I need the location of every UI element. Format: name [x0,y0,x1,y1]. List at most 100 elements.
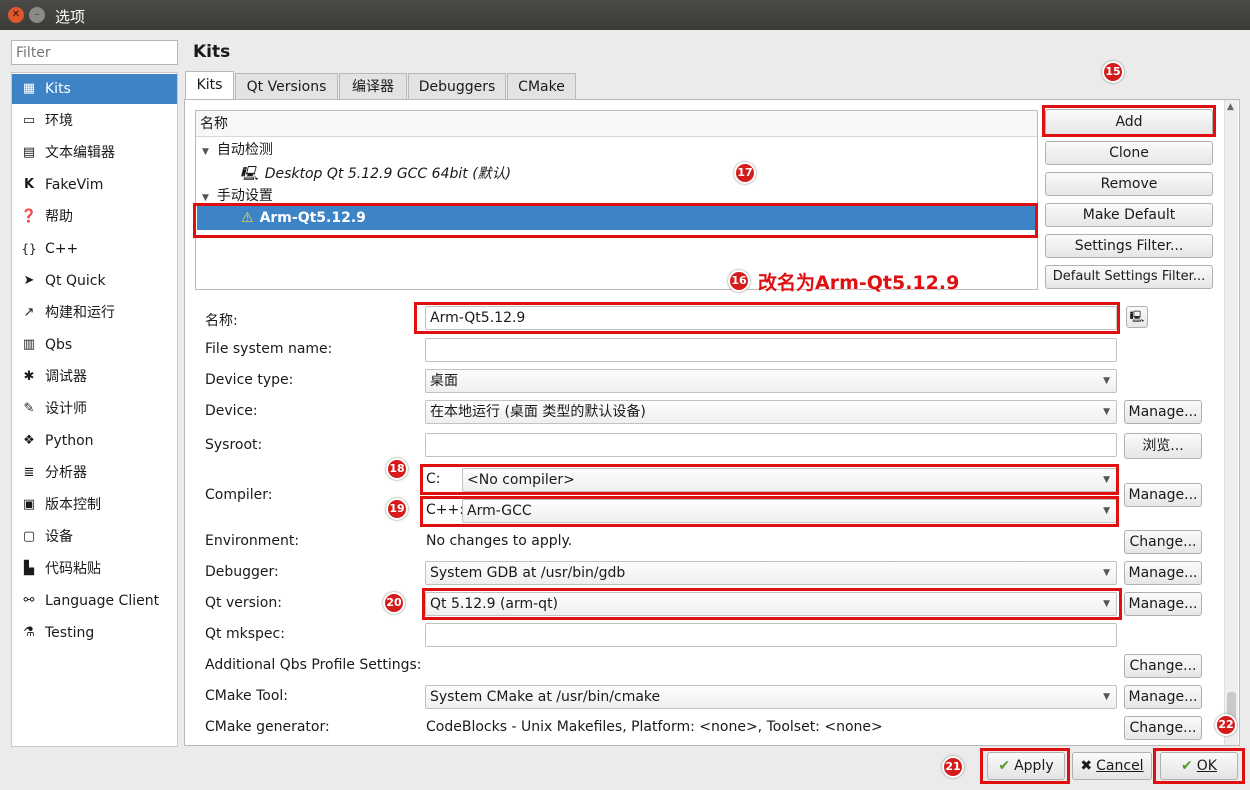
kit-icon-button[interactable]: 🖳 [1126,306,1148,328]
collapse-arrow-icon[interactable]: ▼ [202,147,209,157]
compiler-manage-button[interactable]: Manage... [1124,483,1202,507]
kits-tree: 名称 ▼ 自动检测 🖳 Desktop Qt 5.12.9 GCC 64bit (默… [195,110,1038,290]
tab-kits[interactable]: Kits [185,71,234,101]
qtquick-icon: ➤ [23,273,35,288]
cmake-tool-manage-button[interactable]: Manage... [1124,685,1202,709]
tree-item-arm-kit[interactable]: ⚠ Arm-Qt5.12.9 [197,206,1036,230]
cancel-button[interactable]: ✖ Cancel [1072,752,1152,780]
tab-qt-versions[interactable]: Qt Versions [235,73,338,100]
sidebar-item-debugger[interactable]: ✱ 调试器 [12,362,177,392]
hammer-icon: ↗ [23,305,35,320]
step-badge-21: 21 [942,756,964,778]
monitor-icon: ▭ [22,113,36,128]
step-badge-22: 22 [1215,714,1237,736]
sidebar-item-fakevim[interactable]: K FakeVim [12,170,177,200]
tab-debuggers[interactable]: Debuggers [408,73,506,100]
sidebar-item-version-control[interactable]: ▣ 版本控制 [12,490,177,520]
dropdown-arrow-icon: ▼ [1103,407,1110,417]
close-window-icon[interactable]: ✕ [8,7,24,23]
sidebar-item-designer[interactable]: ✎ 设计师 [12,394,177,424]
sidebar-item-testing[interactable]: ⚗ Testing [12,618,177,648]
dropdown-arrow-icon: ▼ [1103,692,1110,702]
tree-group-auto[interactable]: ▼ 自动检测 [202,138,273,162]
language-client-icon: ⚯ [23,593,35,608]
qt-mkspec-input[interactable] [425,623,1117,647]
sidebar-item-code-pasting[interactable]: ▙ 代码粘贴 [12,554,177,584]
pen-icon: ✎ [23,401,35,416]
sidebar-item-environment[interactable]: ▭ 环境 [12,106,177,136]
cmake-tool-label: CMake Tool: [205,688,289,704]
panel-scrollbar[interactable]: ▲ [1224,100,1238,745]
tree-item-desktop-kit[interactable]: 🖳 Desktop Qt 5.12.9 GCC 64bit (默认) [240,162,511,186]
sidebar-item-build-run[interactable]: ↗ 构建和运行 [12,298,177,328]
sidebar-item-help[interactable]: ❓ 帮助 [12,202,177,232]
sidebar-item-text-editor[interactable]: ▤ 文本编辑器 [12,138,177,168]
kit-name-input[interactable]: Arm-Qt5.12.9 [425,306,1117,330]
sidebar-item-analyzer[interactable]: ≣ 分析器 [12,458,177,488]
tab-compilers[interactable]: 编译器 [339,73,407,100]
cpp-compiler-label: C++: [426,502,464,518]
remove-kit-button[interactable]: Remove [1045,172,1213,196]
default-settings-filter-button[interactable]: Default Settings Filter... [1045,265,1213,289]
sidebar-item-language-client[interactable]: ⚯ Language Client [12,586,177,616]
fs-name-label: File system name: [205,341,333,357]
compiler-label: Compiler: [205,487,273,503]
apply-button[interactable]: ✔ Apply [987,752,1065,780]
sysroot-browse-button[interactable]: 浏览... [1124,433,1202,459]
step-badge-18: 18 [386,458,408,480]
device-type-select[interactable]: 桌面 ▼ [425,369,1117,393]
debugger-select[interactable]: System GDB at /usr/bin/gdb ▼ [425,561,1117,585]
category-sidebar: ▦ Kits ▭ 环境 ▤ 文本编辑器 K FakeVim ❓ 帮助 {} C++ ➤ Qt … [11,72,178,747]
braces-icon: {} [21,242,37,256]
sidebar-item-qtquick[interactable]: ➤ Qt Quick [12,266,177,296]
tab-cmake[interactable]: CMake [507,73,576,100]
fs-name-input[interactable] [425,338,1117,362]
sysroot-input[interactable] [425,433,1117,457]
debugger-label: Debugger: [205,564,279,580]
device-manage-button[interactable]: Manage... [1124,400,1202,424]
environment-change-button[interactable]: Change... [1124,530,1202,554]
c-compiler-select[interactable]: <No compiler> ▼ [462,468,1117,492]
qt-mkspec-label: Qt mkspec: [205,626,285,642]
sidebar-item-cpp[interactable]: {} C++ [12,234,177,264]
dropdown-arrow-icon: ▼ [1103,475,1110,485]
sidebar-item-kits[interactable]: ▦ Kits [12,74,177,104]
scroll-up-icon[interactable]: ▲ [1227,102,1234,112]
step-badge-19: 19 [386,498,408,520]
qbs-profile-label: Additional Qbs Profile Settings: [205,657,422,673]
checkmark-icon: ✔ [998,758,1011,774]
qbs-profile-change-button[interactable]: Change... [1124,654,1202,678]
add-kit-button[interactable]: Add [1045,109,1213,136]
title-bar: ✕ – 选项 [0,0,1250,30]
device-type-label: Device type: [205,372,294,388]
filter-input[interactable] [11,40,178,65]
dropdown-arrow-icon: ▼ [1103,376,1110,386]
collapse-arrow-icon[interactable]: ▼ [202,193,209,203]
sysroot-label: Sysroot: [205,437,263,453]
ok-button[interactable]: ✔ OK [1160,752,1238,780]
sidebar-item-python[interactable]: ❖ Python [12,426,177,456]
sidebar-item-devices[interactable]: ▢ 设备 [12,522,177,552]
qbs-icon: ▥ [22,337,36,352]
cmake-tool-select[interactable]: System CMake at /usr/bin/cmake ▼ [425,685,1117,709]
step-badge-20: 20 [383,592,405,614]
cpp-compiler-select[interactable]: Arm-GCC ▼ [462,499,1117,523]
dropdown-arrow-icon: ▼ [1103,506,1110,516]
debugger-manage-button[interactable]: Manage... [1124,561,1202,585]
testing-icon: ⚗ [23,625,35,640]
qt-version-manage-button[interactable]: Manage... [1124,592,1202,616]
monitor-icon: 🖳 [1129,310,1145,323]
warning-icon: ⚠ [241,210,254,226]
minimize-window-icon[interactable]: – [29,7,45,23]
device-select[interactable]: 在本地运行 (桌面 类型的默认设备) ▼ [425,400,1117,424]
clone-kit-button[interactable]: Clone [1045,141,1213,165]
step-badge-17: 17 [734,162,756,184]
sidebar-item-qbs[interactable]: ▥ Qbs [12,330,177,360]
make-default-button[interactable]: Make Default [1045,203,1213,227]
settings-filter-button[interactable]: Settings Filter... [1045,234,1213,258]
cmake-generator-change-button[interactable]: Change... [1124,716,1202,740]
cancel-x-icon: ✖ [1080,758,1093,774]
text-editor-icon: ▤ [22,145,36,160]
qt-version-select[interactable]: Qt 5.12.9 (arm-qt) ▼ [425,592,1117,616]
tree-group-manual[interactable]: ▼ 手动设置 [202,184,273,208]
